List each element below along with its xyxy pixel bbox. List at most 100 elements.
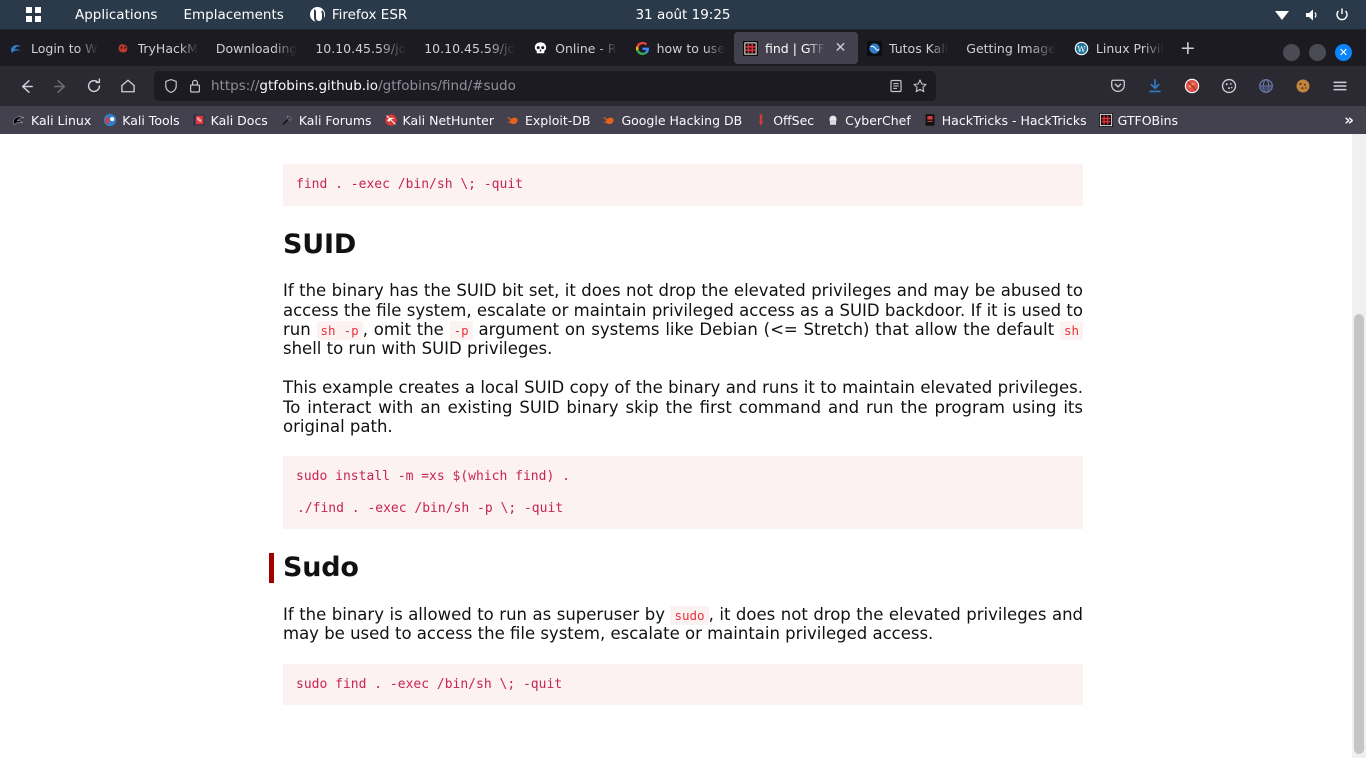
network-icon[interactable]	[1274, 7, 1290, 23]
skull-icon	[535, 41, 547, 53]
exploit-db-icon	[507, 116, 518, 125]
hacktricks-icon	[925, 114, 935, 126]
bookmark-exploit-db[interactable]: Exploit-DB	[500, 110, 596, 131]
bookmark-label: OffSec	[773, 112, 815, 128]
tab-downloading[interactable]: Downloading	[207, 32, 306, 64]
bookmark-cyberchef[interactable]: CyberChef	[820, 110, 917, 131]
page-scrollbar-track[interactable]	[1352, 134, 1366, 758]
code-block-suid: sudo install -m =xs $(which find) . ./fi…	[283, 456, 1083, 530]
bookmark-label: Kali Tools	[122, 112, 180, 128]
navigation-toolbar: https://gtfobins.github.io/gtfobins/find…	[0, 66, 1366, 106]
ublock-origin-icon[interactable]	[1176, 71, 1208, 101]
inline-code: sh	[1059, 320, 1084, 340]
bookmark-label: Exploit-DB	[525, 112, 591, 128]
tab-label: Login to W	[31, 40, 98, 56]
star-icon[interactable]	[912, 78, 928, 94]
pocket-icon[interactable]	[1102, 71, 1134, 101]
tryhackme-icon	[118, 43, 128, 52]
kali-docs-icon: ✎	[193, 114, 204, 126]
downloads-icon[interactable]	[1139, 71, 1171, 101]
bookmarks-overflow-chevron-icon[interactable]: »	[1338, 111, 1360, 129]
panel-menu-group: Applications Emplacements Firefox ESR	[0, 0, 420, 30]
page-scrollbar-thumb[interactable]	[1354, 314, 1364, 754]
tab-how-to-use[interactable]: how to use	[626, 32, 734, 64]
kali-tools-icon	[104, 113, 117, 127]
back-arrow-icon[interactable]	[10, 71, 42, 101]
section-heading-suid: SUID	[283, 228, 357, 260]
bookmark-label: Kali Linux	[31, 112, 92, 128]
tab-online-r[interactable]: Online - R	[524, 32, 625, 64]
desktop-top-panel: Applications Emplacements Firefox ESR 31…	[0, 0, 1366, 30]
section-paragraph-suid-1: If the binary has the SUID bit set, it d…	[283, 281, 1084, 359]
close-button[interactable]: ✕	[1335, 44, 1352, 61]
tab-linux-privil[interactable]: W Linux Privil	[1065, 32, 1173, 64]
tab-label: find | GTF	[765, 40, 825, 56]
cookie-quick-manager-icon[interactable]	[1287, 71, 1319, 101]
cyberchef-icon	[829, 115, 837, 125]
panel-item-firefox-label: Firefox ESR	[331, 6, 408, 23]
panel-tray	[1274, 7, 1366, 23]
volume-icon[interactable]	[1304, 7, 1320, 23]
bookmark-offsec[interactable]: OffSec	[748, 110, 820, 131]
bookmark-kali-forums[interactable]: Kali Forums	[274, 110, 378, 131]
offsec-icon	[759, 114, 764, 126]
tab-label: Tutos Kali	[888, 40, 949, 56]
home-icon[interactable]	[112, 71, 144, 101]
tab-tryhackme[interactable]: TryHackM	[107, 32, 207, 64]
inline-code: sh -p	[316, 320, 363, 340]
code-block-top: find . -exec /bin/sh \; -quit	[283, 164, 1083, 206]
bookmark-label: GTFOBins	[1117, 112, 1179, 128]
url-path: /gtfobins/find/#sudo	[378, 78, 516, 94]
bookmark-kali-linux[interactable]: Kali Linux	[6, 110, 97, 131]
panel-item-emplacements[interactable]: Emplacements	[170, 0, 296, 30]
tab-ip-job-1[interactable]: 10.10.45.59/jo	[306, 32, 415, 64]
tracking-protection-shield-icon[interactable]	[163, 78, 179, 94]
kali-dragon-icon	[13, 116, 24, 126]
code-line: find . -exec /bin/sh \; -quit	[296, 177, 523, 192]
bookmark-gtfobins[interactable]: GTFOBins	[1093, 110, 1184, 131]
tab-ip-job-2[interactable]: 10.10.45.59/jo	[415, 32, 524, 64]
close-tab-icon[interactable]: ✕	[832, 40, 849, 57]
url-prefix: https://	[211, 78, 260, 94]
panel-item-applications[interactable]: Applications	[62, 0, 170, 30]
minimize-button[interactable]	[1283, 44, 1300, 61]
reader-view-icon[interactable]	[888, 78, 904, 94]
proxy-icon[interactable]	[1250, 71, 1282, 101]
wordpress-icon: W	[1074, 41, 1089, 55]
tab-label: Online - R	[555, 40, 617, 56]
tab-label: Linux Privil	[1095, 40, 1164, 56]
tab-find-gtfobins[interactable]: find | GTF ✕	[734, 32, 858, 64]
power-icon[interactable]	[1334, 7, 1350, 23]
padlock-icon[interactable]	[187, 78, 203, 94]
tab-label: 10.10.45.59/jo	[424, 40, 516, 56]
cookie-autodelete-icon[interactable]	[1213, 71, 1245, 101]
maximize-button[interactable]	[1309, 44, 1326, 61]
section-heading-sudo: Sudo	[269, 553, 1083, 584]
bookmark-kali-tools[interactable]: Kali Tools	[97, 110, 185, 131]
forward-arrow-icon[interactable]	[44, 71, 76, 101]
bookmark-label: HackTricks - HackTricks	[941, 112, 1087, 128]
tab-strip: Login to W TryHackM Downloading 10.10.45…	[0, 30, 1366, 66]
window-controls: ✕	[1273, 44, 1362, 66]
toolbar-extensions	[1102, 71, 1356, 101]
new-tab-button[interactable]: +	[1173, 33, 1203, 63]
svg-text:W: W	[1077, 44, 1086, 53]
google-icon	[635, 41, 649, 55]
bookmark-kali-docs[interactable]: ✎ Kali Docs	[186, 110, 274, 131]
tab-getting-image[interactable]: Getting Image	[957, 32, 1065, 64]
tab-tutos-kali[interactable]: Tutos Kali	[858, 32, 957, 64]
bookmark-google-hacking-db[interactable]: Google Hacking DB	[596, 110, 748, 131]
tab-label: Getting Image	[966, 40, 1056, 56]
bookmark-kali-nethunter[interactable]: Kali NetHunter	[378, 110, 500, 131]
tab-label: TryHackM	[137, 40, 198, 56]
code-line: ./find . -exec /bin/sh -p \; -quit	[297, 500, 564, 516]
whisker-menu-icon[interactable]	[18, 0, 48, 30]
reload-icon[interactable]	[78, 71, 110, 101]
url-bar[interactable]: https://gtfobins.github.io/gtfobins/find…	[154, 71, 936, 101]
app-menu-icon[interactable]	[1324, 71, 1356, 101]
section-paragraph-sudo-1: If the binary is allowed to run as super…	[283, 605, 1083, 644]
tab-login-to-w[interactable]: Login to W	[0, 32, 107, 64]
panel-item-firefox-esr[interactable]: Firefox ESR	[297, 0, 420, 30]
bookmark-hacktricks[interactable]: HackTricks - HackTricks	[917, 110, 1093, 131]
code-line: sudo install -m =xs $(which find) .	[296, 469, 570, 485]
